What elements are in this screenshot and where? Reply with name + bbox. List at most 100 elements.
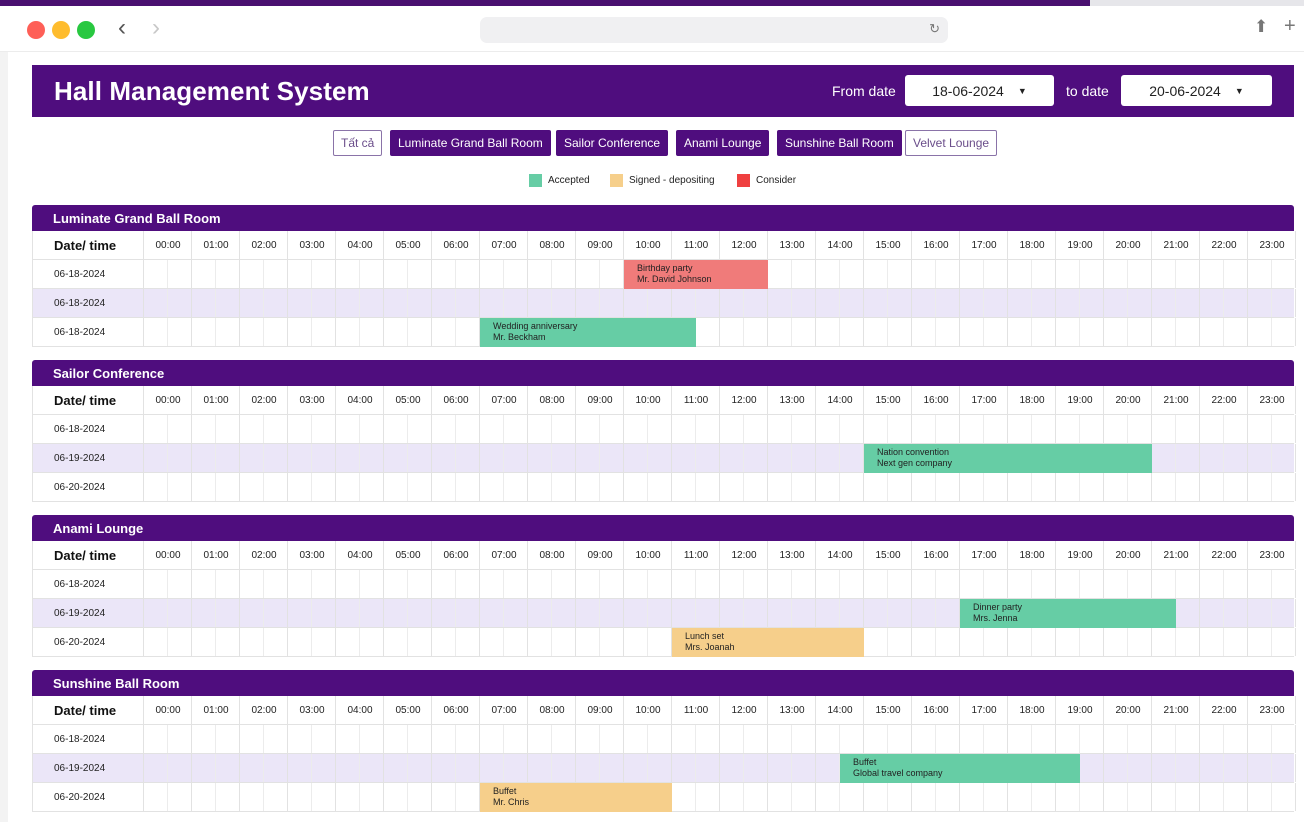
hour-cell[interactable] (912, 628, 960, 656)
hour-cell[interactable] (384, 628, 432, 656)
hour-cell[interactable] (1248, 289, 1296, 317)
hour-cell[interactable] (1200, 260, 1248, 288)
hour-cell[interactable] (672, 289, 720, 317)
hour-cell[interactable] (336, 570, 384, 598)
hour-cell[interactable] (864, 783, 912, 811)
hour-cell[interactable] (240, 783, 288, 811)
new-tab-icon[interactable]: + (1284, 15, 1296, 38)
hour-cell[interactable] (240, 754, 288, 782)
hour-cell[interactable] (1248, 444, 1296, 472)
hour-cell[interactable] (384, 289, 432, 317)
hour-cell[interactable] (576, 628, 624, 656)
hour-cell[interactable] (624, 473, 672, 501)
hour-cell[interactable] (336, 628, 384, 656)
hour-cell[interactable] (912, 599, 960, 627)
hour-cell[interactable] (1056, 473, 1104, 501)
hour-cell[interactable] (1104, 473, 1152, 501)
hour-cell[interactable] (144, 570, 192, 598)
hour-cell[interactable] (816, 289, 864, 317)
hour-cell[interactable] (336, 415, 384, 443)
hour-cell[interactable] (480, 415, 528, 443)
hour-cell[interactable] (288, 725, 336, 753)
hour-cell[interactable] (288, 415, 336, 443)
hour-cell[interactable] (576, 444, 624, 472)
booking-event-consider[interactable]: Birthday party Mr. David Johnson (624, 260, 768, 289)
hour-cell[interactable] (528, 289, 576, 317)
hour-cell[interactable] (960, 415, 1008, 443)
hour-cell[interactable] (192, 289, 240, 317)
hour-cell[interactable] (528, 444, 576, 472)
hour-cell[interactable] (720, 318, 768, 346)
hour-cell[interactable] (144, 473, 192, 501)
hour-cell[interactable] (240, 444, 288, 472)
hour-cell[interactable] (816, 415, 864, 443)
hour-cell[interactable] (576, 599, 624, 627)
hour-cell[interactable] (288, 754, 336, 782)
from-date-picker[interactable]: 18-06-2024 ▼ (905, 75, 1054, 106)
hour-cell[interactable] (1056, 260, 1104, 288)
hour-cell[interactable] (528, 754, 576, 782)
hour-cell[interactable] (1152, 628, 1200, 656)
hour-cell[interactable] (1152, 754, 1200, 782)
hour-cell[interactable] (288, 599, 336, 627)
hour-cell[interactable] (624, 628, 672, 656)
hour-cell[interactable] (384, 415, 432, 443)
hour-cell[interactable] (144, 260, 192, 288)
hour-cell[interactable] (528, 725, 576, 753)
hour-cell[interactable] (528, 599, 576, 627)
hour-cell[interactable] (1152, 415, 1200, 443)
booking-event-accepted[interactable]: Nation convention Next gen company (864, 444, 1152, 473)
hour-cell[interactable] (816, 318, 864, 346)
hour-cell[interactable] (480, 289, 528, 317)
hour-cell[interactable] (768, 415, 816, 443)
hour-cell[interactable] (1200, 725, 1248, 753)
hour-cell[interactable] (1248, 599, 1296, 627)
hour-cell[interactable] (672, 570, 720, 598)
hour-cell[interactable] (1200, 473, 1248, 501)
hour-cell[interactable] (960, 318, 1008, 346)
hour-cell[interactable] (768, 473, 816, 501)
hour-cell[interactable] (960, 725, 1008, 753)
hour-cell[interactable] (768, 289, 816, 317)
hour-cell[interactable] (528, 415, 576, 443)
hour-cell[interactable] (192, 415, 240, 443)
hour-cell[interactable] (144, 415, 192, 443)
address-bar[interactable]: ↻ (480, 17, 948, 43)
hour-cell[interactable] (1008, 289, 1056, 317)
forward-arrow-icon[interactable]: › (152, 16, 160, 40)
hour-cell[interactable] (384, 260, 432, 288)
hour-cell[interactable] (240, 725, 288, 753)
hour-cell[interactable] (384, 318, 432, 346)
hour-cell[interactable] (1008, 628, 1056, 656)
hour-cell[interactable] (432, 628, 480, 656)
filter-chip-luminate-grand-ball-room[interactable]: Luminate Grand Ball Room (390, 130, 551, 156)
hour-cell[interactable] (336, 289, 384, 317)
hour-cell[interactable] (1200, 570, 1248, 598)
hour-cell[interactable] (960, 570, 1008, 598)
hour-cell[interactable] (1008, 725, 1056, 753)
hour-cell[interactable] (336, 444, 384, 472)
booking-event-accepted[interactable]: Wedding anniversary Mr. Beckham (480, 318, 696, 347)
hour-cell[interactable] (576, 570, 624, 598)
hour-cell[interactable] (864, 415, 912, 443)
hour-cell[interactable] (576, 725, 624, 753)
hour-cell[interactable] (1056, 725, 1104, 753)
hour-cell[interactable] (1152, 570, 1200, 598)
hour-cell[interactable] (1008, 318, 1056, 346)
hour-cell[interactable] (432, 415, 480, 443)
filter-chip-sunshine-ball-room[interactable]: Sunshine Ball Room (777, 130, 902, 156)
hour-cell[interactable] (480, 599, 528, 627)
hour-cell[interactable] (528, 628, 576, 656)
hour-cell[interactable] (144, 725, 192, 753)
hour-cell[interactable] (144, 318, 192, 346)
hour-cell[interactable] (1152, 318, 1200, 346)
hour-cell[interactable] (384, 754, 432, 782)
hour-cell[interactable] (960, 783, 1008, 811)
filter-chip-velvet-lounge[interactable]: Velvet Lounge (905, 130, 998, 156)
hour-cell[interactable] (720, 783, 768, 811)
hour-cell[interactable] (720, 725, 768, 753)
hour-cell[interactable] (480, 570, 528, 598)
hour-cell[interactable] (192, 599, 240, 627)
hour-cell[interactable] (240, 599, 288, 627)
hour-cell[interactable] (1248, 260, 1296, 288)
